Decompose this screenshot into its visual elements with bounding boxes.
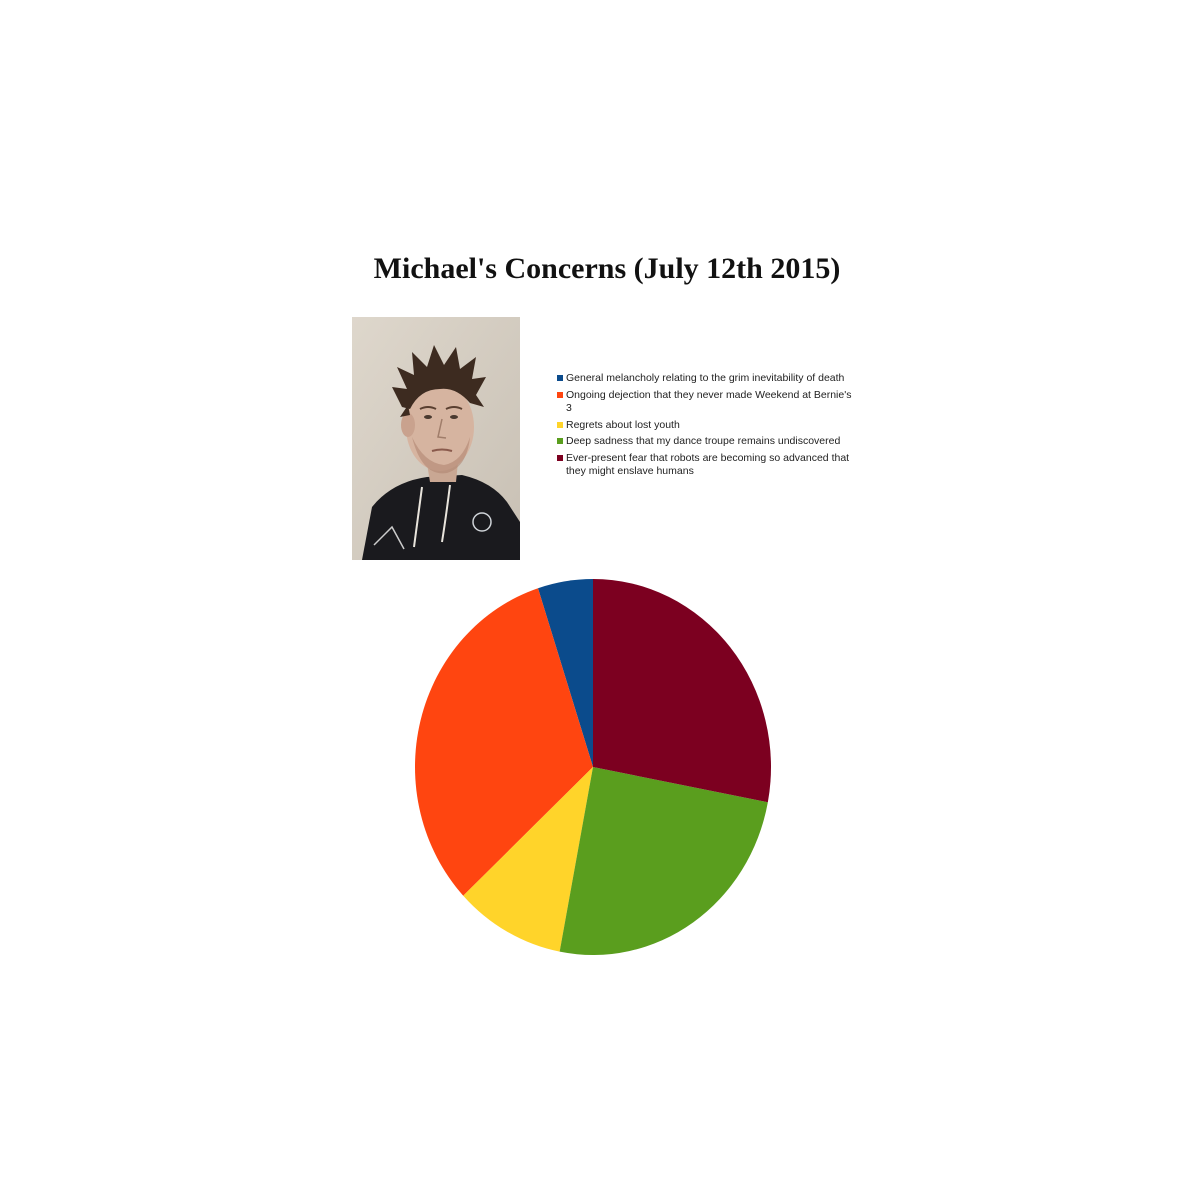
pie-slice: [593, 579, 771, 803]
legend-label: Deep sadness that my dance troupe remain…: [566, 435, 841, 447]
legend-label: Ongoing dejection that they never made W…: [566, 388, 852, 415]
portrait-image: [352, 317, 520, 560]
legend-swatch: [557, 454, 563, 461]
legend-item: Deep sadness that my dance troupe remain…: [557, 435, 857, 449]
legend-swatch: [557, 438, 563, 444]
portrait-photo: [352, 317, 520, 560]
legend-swatch: [557, 421, 563, 428]
chart-title: Michael's Concerns (July 12th 2015): [373, 252, 841, 285]
chart-legend: General melancholy relating to the grim …: [557, 372, 857, 482]
legend-item: Ever-present fear that robots are becomi…: [557, 452, 857, 479]
pie-chart: [414, 579, 771, 955]
legend-label: Ever-present fear that robots are becomi…: [566, 451, 850, 478]
legend-item: Ongoing dejection that they never made W…: [557, 389, 857, 416]
legend-item: General melancholy relating to the grim …: [557, 372, 857, 386]
legend-item: Regrets about lost youth: [557, 419, 857, 433]
legend-swatch: [557, 375, 563, 381]
legend-label: Regrets about lost youth: [566, 418, 680, 431]
legend-label: General melancholy relating to the grim …: [566, 372, 845, 384]
legend-swatch: [557, 391, 563, 398]
